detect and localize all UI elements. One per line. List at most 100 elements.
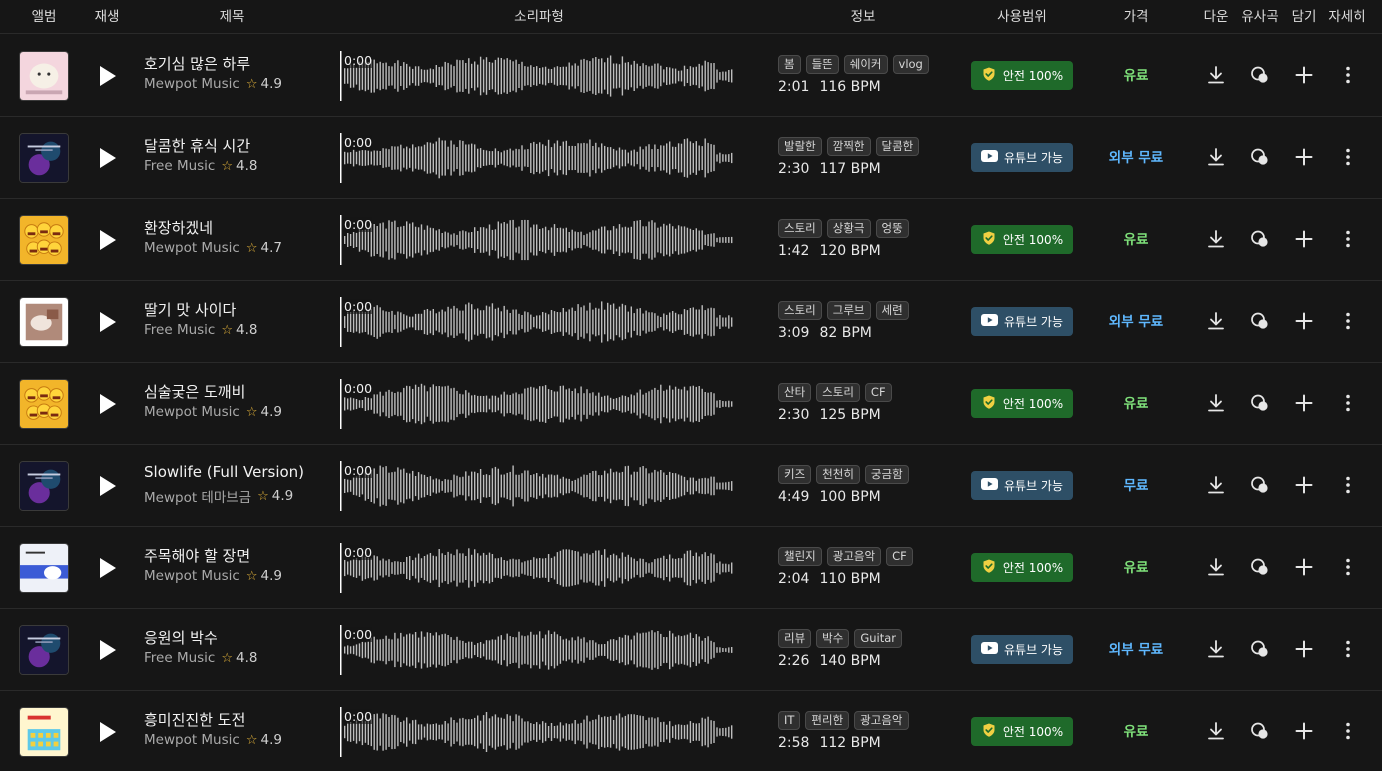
track-title[interactable]: 응원의 박수 xyxy=(144,627,218,648)
tag-chip[interactable]: 스토리 xyxy=(778,301,822,320)
add-button[interactable] xyxy=(1293,720,1315,742)
tag-chip[interactable]: IT xyxy=(778,711,801,730)
usage-badge[interactable]: 안전 100% xyxy=(971,717,1073,746)
more-button[interactable] xyxy=(1337,392,1359,414)
tag-chip[interactable]: 엉뚱 xyxy=(875,219,909,238)
download-button[interactable] xyxy=(1205,146,1227,168)
add-button[interactable] xyxy=(1293,474,1315,496)
waveform[interactable]: 0:00 xyxy=(340,707,738,757)
track-row-1[interactable]: 호기심 많은 하루 Mewpot Music ☆ 4.9 0:00 봄 들뜬 쉐이커… xyxy=(0,35,1382,117)
tag-chip[interactable]: 천천히 xyxy=(816,465,860,484)
play-button[interactable] xyxy=(92,307,122,337)
track-row-9[interactable]: 흥미진진한 도전 Mewpot Music ☆ 4.9 0:00 IT 편리한 광고… xyxy=(0,691,1382,771)
waveform[interactable]: 0:00 xyxy=(340,461,738,511)
waveform[interactable]: 0:00 xyxy=(340,625,738,675)
track-row-4[interactable]: 딸기 맛 사이다 Free Music ☆ 4.8 0:00 스토리 그루브 세련 … xyxy=(0,281,1382,363)
usage-badge[interactable]: 유튜브 가능 xyxy=(971,471,1073,500)
track-title[interactable]: 주목해야 할 장면 xyxy=(144,545,250,566)
tag-chip[interactable]: 광고음악 xyxy=(826,547,882,566)
track-row-2[interactable]: 달콤한 휴식 시간 Free Music ☆ 4.8 0:00 발랄한 깜찍한 달콤… xyxy=(0,117,1382,199)
usage-badge[interactable]: 안전 100% xyxy=(971,553,1073,582)
tag-chip[interactable]: 키즈 xyxy=(778,465,812,484)
album-thumbnail[interactable] xyxy=(19,297,69,347)
play-button[interactable] xyxy=(92,389,122,419)
track-row-7[interactable]: 주목해야 할 장면 Mewpot Music ☆ 4.9 0:00 챌린지 광고음… xyxy=(0,527,1382,609)
tag-chip[interactable]: 그루브 xyxy=(826,301,871,320)
more-button[interactable] xyxy=(1337,64,1359,86)
usage-badge[interactable]: 유튜브 가능 xyxy=(971,635,1073,664)
more-button[interactable] xyxy=(1337,146,1359,168)
track-title[interactable]: 딸기 맛 사이다 xyxy=(144,299,236,320)
usage-badge[interactable]: 안전 100% xyxy=(971,61,1073,90)
tag-chip[interactable]: 발랄한 xyxy=(778,137,822,156)
track-artist[interactable]: Free Music xyxy=(144,322,215,338)
play-button[interactable] xyxy=(92,717,122,747)
track-artist[interactable]: Mewpot Music xyxy=(144,404,240,420)
usage-badge[interactable]: 안전 100% xyxy=(971,225,1073,254)
similar-button[interactable] xyxy=(1249,556,1271,578)
track-artist[interactable]: Free Music xyxy=(144,650,215,666)
add-button[interactable] xyxy=(1293,638,1315,660)
tag-chip[interactable]: 편리한 xyxy=(805,711,850,730)
track-row-8[interactable]: 응원의 박수 Free Music ☆ 4.8 0:00 리뷰 박수 Guitar … xyxy=(0,609,1382,691)
similar-button[interactable] xyxy=(1249,638,1271,660)
tag-chip[interactable]: 봄 xyxy=(778,55,801,74)
waveform[interactable]: 0:00 xyxy=(340,51,738,101)
album-thumbnail[interactable] xyxy=(19,625,69,675)
track-title[interactable]: Slowlife (Full Version) xyxy=(144,463,304,481)
play-button[interactable] xyxy=(92,143,122,173)
tag-chip[interactable]: 상황극 xyxy=(826,219,871,238)
download-button[interactable] xyxy=(1205,392,1227,414)
tag-chip[interactable]: 세련 xyxy=(875,301,909,320)
tag-chip[interactable]: 달콤한 xyxy=(875,137,920,156)
track-artist[interactable]: Mewpot Music xyxy=(144,732,240,748)
track-artist[interactable]: Mewpot 테마브금 xyxy=(144,486,251,506)
tag-chip[interactable]: CF xyxy=(886,547,913,566)
tag-chip[interactable]: 리뷰 xyxy=(778,629,812,648)
add-button[interactable] xyxy=(1293,392,1315,414)
tag-chip[interactable]: 광고음악 xyxy=(854,711,909,730)
waveform[interactable]: 0:00 xyxy=(340,543,738,593)
tag-chip[interactable]: CF xyxy=(864,383,892,402)
album-thumbnail[interactable] xyxy=(19,543,69,593)
track-title[interactable]: 흥미진진한 도전 xyxy=(144,709,245,730)
download-button[interactable] xyxy=(1205,310,1227,332)
tag-chip[interactable]: 들뜬 xyxy=(805,55,839,74)
add-button[interactable] xyxy=(1293,310,1315,332)
usage-badge[interactable]: 안전 100% xyxy=(971,389,1073,418)
add-button[interactable] xyxy=(1293,146,1315,168)
album-thumbnail[interactable] xyxy=(19,707,69,757)
download-button[interactable] xyxy=(1205,556,1227,578)
album-thumbnail[interactable] xyxy=(19,379,69,429)
track-artist[interactable]: Free Music xyxy=(144,158,215,174)
tag-chip[interactable]: 궁금함 xyxy=(864,465,909,484)
add-button[interactable] xyxy=(1293,556,1315,578)
track-row-6[interactable]: Slowlife (Full Version) Mewpot 테마브금 ☆ 4.… xyxy=(0,445,1382,527)
similar-button[interactable] xyxy=(1249,146,1271,168)
waveform[interactable]: 0:00 xyxy=(340,297,738,347)
similar-button[interactable] xyxy=(1249,310,1271,332)
similar-button[interactable] xyxy=(1249,392,1271,414)
play-button[interactable] xyxy=(92,635,122,665)
tag-chip[interactable]: 스토리 xyxy=(778,219,822,238)
tag-chip[interactable]: 쉐이커 xyxy=(843,55,888,74)
more-button[interactable] xyxy=(1337,556,1359,578)
more-button[interactable] xyxy=(1337,474,1359,496)
tag-chip[interactable]: vlog xyxy=(892,55,929,74)
download-button[interactable] xyxy=(1205,638,1227,660)
download-button[interactable] xyxy=(1205,474,1227,496)
tag-chip[interactable]: 산타 xyxy=(778,383,812,402)
track-artist[interactable]: Mewpot Music xyxy=(144,240,240,256)
more-button[interactable] xyxy=(1337,638,1359,660)
tag-chip[interactable]: Guitar xyxy=(854,629,903,648)
similar-button[interactable] xyxy=(1249,64,1271,86)
track-row-3[interactable]: 환장하겠네 Mewpot Music ☆ 4.7 0:00 스토리 상황극 엉뚱 1… xyxy=(0,199,1382,281)
play-button[interactable] xyxy=(92,225,122,255)
album-thumbnail[interactable] xyxy=(19,51,69,101)
add-button[interactable] xyxy=(1293,228,1315,250)
download-button[interactable] xyxy=(1205,228,1227,250)
play-button[interactable] xyxy=(92,471,122,501)
album-thumbnail[interactable] xyxy=(19,461,69,511)
download-button[interactable] xyxy=(1205,720,1227,742)
more-button[interactable] xyxy=(1337,720,1359,742)
